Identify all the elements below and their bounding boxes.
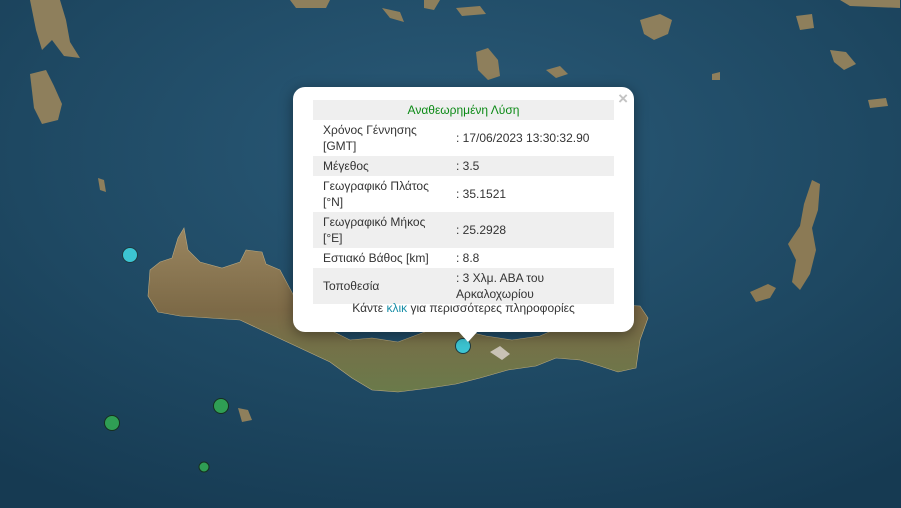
row-value: : 25.2928 bbox=[451, 212, 614, 248]
popup-tip bbox=[458, 331, 478, 342]
close-icon[interactable]: × bbox=[618, 89, 628, 109]
table-row: Αναθεωρημένη Λύση bbox=[313, 100, 614, 120]
row-label: Εστιακό Βάθος [km] bbox=[323, 251, 429, 265]
more-prefix: Κάντε bbox=[352, 301, 387, 315]
popup-title: Αναθεωρημένη Λύση bbox=[313, 100, 614, 120]
table-row: Γεωγραφικό Πλάτος [°N] : 35.1521 bbox=[313, 176, 614, 212]
more-info-text: Κάντε κλικ για περισσότερες πληροφορίες bbox=[293, 301, 634, 315]
row-label: Τοποθεσία bbox=[313, 268, 451, 304]
more-suffix: για περισσότερες πληροφορίες bbox=[407, 301, 575, 315]
row-value: : 3 Χλμ. ΑΒΑ του Αρκαλοχωρίου bbox=[451, 268, 614, 304]
more-info-link[interactable]: κλικ bbox=[386, 301, 407, 315]
info-table: Αναθεωρημένη Λύση Χρόνος Γέννησης [GMT] … bbox=[313, 100, 614, 304]
island-n1 bbox=[290, 0, 330, 8]
table-row: Χρόνος Γέννησης [GMT] : 17/06/2023 13:30… bbox=[313, 120, 614, 156]
row-value: : 8.8 bbox=[456, 251, 480, 265]
table-row: Γεωγραφικό Μήκος [°E] : 25.2928 bbox=[313, 212, 614, 248]
row-label: Χρόνος Γέννησης [GMT] bbox=[323, 123, 417, 153]
row-label: Γεωγραφικό Μήκος [°E] bbox=[313, 212, 451, 248]
earthquake-info-popup: × Αναθεωρημένη Λύση Χρόνος Γέννησης [GMT… bbox=[293, 87, 634, 332]
earthquake-marker[interactable] bbox=[104, 415, 120, 431]
earthquake-marker[interactable] bbox=[122, 247, 138, 263]
row-value: : 35.1521 bbox=[456, 187, 507, 201]
row-label: Γεωγραφικό Πλάτος [°N] bbox=[323, 179, 429, 209]
table-row: Τοποθεσία : 3 Χλμ. ΑΒΑ του Αρκαλοχωρίου bbox=[313, 268, 614, 304]
table-row: Εστιακό Βάθος [km] : 8.8 bbox=[313, 248, 614, 268]
row-value: : 3.5 bbox=[451, 156, 614, 176]
row-value: : 17/06/2023 13:30:32.90 bbox=[456, 131, 590, 145]
table-row: Μέγεθος : 3.5 bbox=[313, 156, 614, 176]
row-label: Μέγεθος bbox=[313, 156, 451, 176]
earthquake-marker[interactable] bbox=[213, 398, 229, 414]
earthquake-marker[interactable] bbox=[198, 461, 210, 473]
